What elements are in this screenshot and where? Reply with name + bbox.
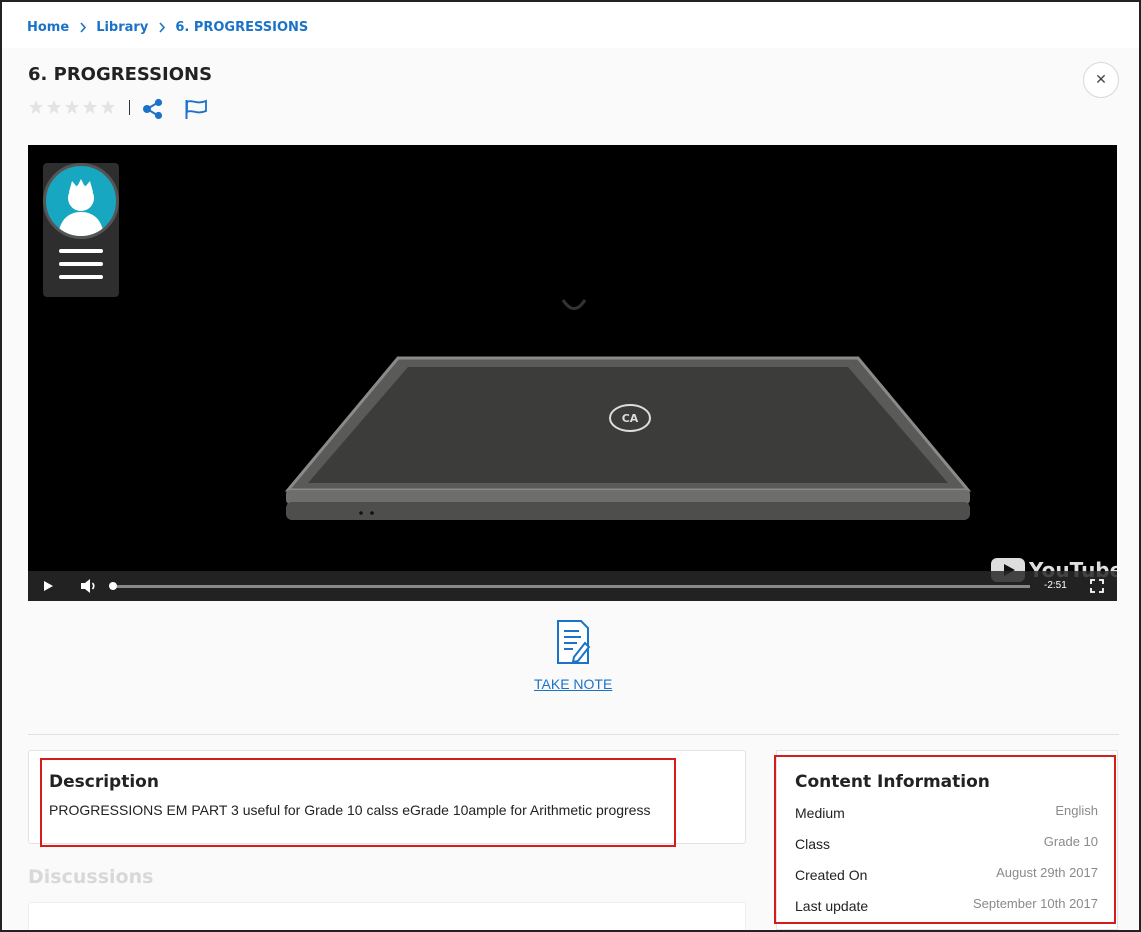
video-controls: -2:51	[28, 571, 1117, 601]
star-icon[interactable]	[64, 99, 80, 115]
flag-icon[interactable]	[184, 99, 208, 119]
share-icon[interactable]	[142, 98, 164, 120]
chevron-right-icon	[158, 21, 166, 33]
close-icon: ✕	[1095, 72, 1107, 88]
video-menu[interactable]	[43, 163, 119, 297]
video-player[interactable]: CA YouTube -2:51	[28, 145, 1117, 601]
laptop-image: CA	[284, 299, 972, 520]
video-progress-bar[interactable]	[109, 582, 1030, 590]
close-button[interactable]: ✕	[1083, 62, 1119, 98]
video-progress-knob[interactable]	[109, 582, 117, 590]
note-icon[interactable]	[555, 619, 591, 665]
breadcrumb-current[interactable]: 6. PROGRESSIONS	[175, 20, 308, 35]
breadcrumb-home[interactable]: Home	[27, 20, 69, 35]
volume-icon[interactable]	[80, 578, 98, 594]
page-title: 6. PROGRESSIONS	[28, 64, 213, 85]
laptop-logo: CA	[622, 412, 639, 425]
star-icon[interactable]	[100, 99, 116, 115]
fullscreen-icon[interactable]	[1090, 579, 1104, 593]
divider	[28, 734, 1119, 735]
highlight-box	[40, 758, 676, 847]
avatar	[43, 163, 119, 239]
time-remaining: -2:51	[1044, 580, 1067, 591]
divider	[129, 100, 130, 115]
rating-stars[interactable]	[28, 99, 116, 115]
star-icon[interactable]	[28, 99, 44, 115]
discussions-card	[28, 902, 746, 932]
take-note-link[interactable]: TAKE NOTE	[534, 676, 612, 692]
hamburger-menu-icon[interactable]	[59, 249, 103, 288]
star-icon[interactable]	[46, 99, 62, 115]
highlight-box	[774, 755, 1116, 924]
discussions-title: Discussions	[28, 866, 154, 888]
star-icon[interactable]	[82, 99, 98, 115]
breadcrumb: Home Library 6. PROGRESSIONS	[27, 18, 308, 36]
chevron-right-icon	[79, 21, 87, 33]
play-icon[interactable]	[41, 579, 55, 593]
breadcrumb-library[interactable]: Library	[96, 20, 148, 35]
